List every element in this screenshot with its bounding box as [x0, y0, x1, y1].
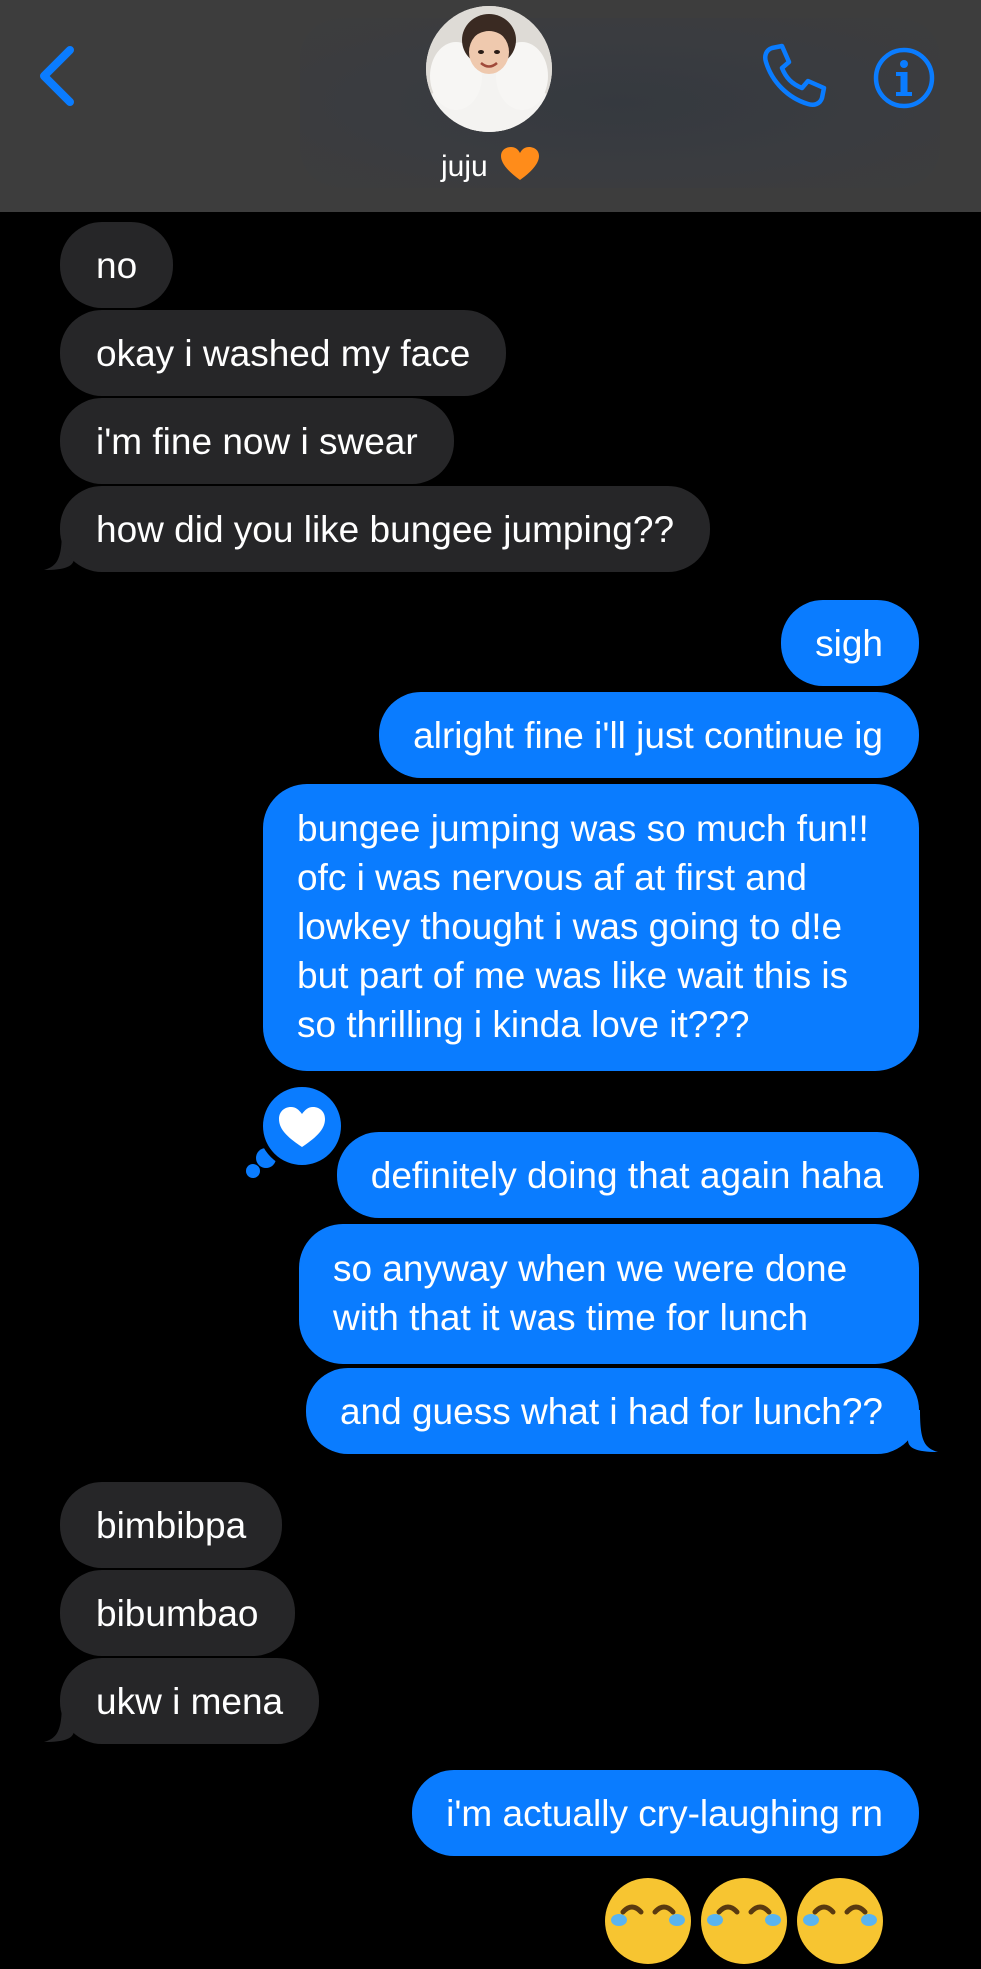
message-text: bimbibpa — [96, 1505, 247, 1546]
message-text: i'm actually cry-laughing rn — [446, 1793, 883, 1834]
incoming-message[interactable]: bibumbao — [60, 1570, 295, 1656]
orange-heart-icon — [500, 146, 540, 190]
message-text: and guess what i had for lunch?? — [339, 1391, 883, 1432]
message-text: alright fine i'll just continue ig — [413, 715, 883, 756]
contact-name[interactable]: juju — [0, 146, 981, 190]
incoming-message[interactable]: bimbibpa — [60, 1482, 283, 1568]
message-text: no — [96, 245, 138, 286]
info-icon — [873, 47, 935, 109]
incoming-message[interactable]: okay i washed my face — [60, 310, 507, 396]
avatar-image — [426, 6, 552, 132]
message-text: sigh — [815, 623, 883, 664]
phone-icon — [763, 43, 827, 107]
message-text: okay i washed my face — [96, 333, 471, 374]
tapback-tail-dot — [246, 1164, 260, 1178]
message-text: so anyway when we were done with that it… — [333, 1248, 848, 1338]
contact-avatar[interactable] — [426, 6, 552, 132]
back-button[interactable] — [28, 38, 88, 108]
conversation-header: juju — [0, 0, 981, 212]
message-text: i'm fine now i swear — [96, 421, 418, 462]
call-button[interactable] — [758, 40, 830, 112]
outgoing-message[interactable]: and guess what i had for lunch?? — [305, 1368, 919, 1454]
tears-of-joy-emoji-icon — [701, 1878, 787, 1964]
tapback-heart[interactable] — [258, 1082, 346, 1170]
outgoing-message[interactable]: bungee jumping was so much fun!! ofc i w… — [263, 784, 919, 1071]
message-text: bungee jumping was so much fun!! ofc i w… — [297, 808, 869, 1045]
incoming-message[interactable]: no — [60, 222, 174, 308]
message-text: definitely doing that again haha — [370, 1155, 883, 1196]
info-button[interactable] — [872, 46, 936, 110]
incoming-message[interactable]: ukw i mena — [60, 1658, 320, 1744]
contact-name-text: juju — [440, 150, 488, 183]
emoji-message[interactable] — [605, 1878, 883, 1964]
outgoing-message[interactable]: alright fine i'll just continue ig — [379, 692, 919, 778]
outgoing-message[interactable]: sigh — [781, 600, 919, 686]
outgoing-message[interactable]: so anyway when we were done with that it… — [299, 1224, 919, 1364]
outgoing-message[interactable]: definitely doing that again haha — [336, 1132, 919, 1218]
tears-of-joy-emoji-icon — [797, 1878, 883, 1964]
chevron-left-icon — [40, 46, 74, 106]
outgoing-message[interactable]: i'm actually cry-laughing rn — [412, 1770, 919, 1856]
message-text: bibumbao — [96, 1593, 259, 1634]
incoming-message[interactable]: i'm fine now i swear — [60, 398, 454, 484]
message-text: how did you like bungee jumping?? — [96, 509, 675, 550]
incoming-message[interactable]: how did you like bungee jumping?? — [60, 486, 711, 572]
heart-icon — [279, 1107, 325, 1147]
tears-of-joy-emoji-icon — [605, 1878, 691, 1964]
message-text: ukw i mena — [96, 1681, 284, 1722]
